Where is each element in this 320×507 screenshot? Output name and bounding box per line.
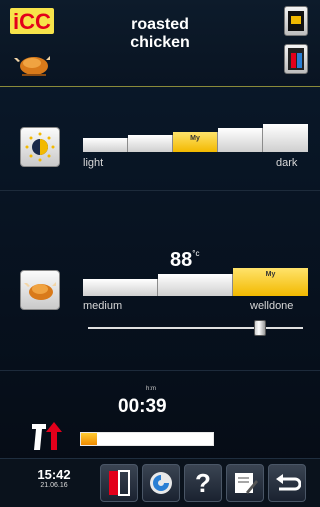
browning-segment-3-selected[interactable]: My xyxy=(173,132,218,152)
browning-label-light: light xyxy=(83,157,104,169)
doneness-segment-2[interactable] xyxy=(158,274,233,296)
browning-segment-4[interactable] xyxy=(218,128,263,152)
clock-time: 15:42 xyxy=(37,467,71,482)
progress-fill xyxy=(81,433,97,445)
slider-track xyxy=(88,327,303,329)
header: iCC roasted chicken xyxy=(0,0,320,87)
screen: iCC roasted chicken My light dark 88°c M… xyxy=(0,0,320,507)
clock-date: 21.06.16 xyxy=(40,482,68,489)
back-button[interactable] xyxy=(268,464,306,502)
cleaning-button[interactable] xyxy=(142,464,180,502)
core-probe-button[interactable] xyxy=(284,44,308,74)
notes-button[interactable] xyxy=(226,464,264,502)
doneness-slider[interactable] xyxy=(88,318,303,338)
divider xyxy=(0,190,320,191)
door-icon xyxy=(109,470,130,496)
rising-temperature-icon xyxy=(32,422,62,450)
door-button[interactable] xyxy=(100,464,138,502)
browning-button[interactable] xyxy=(20,127,60,167)
browning-segment-2[interactable] xyxy=(128,135,173,152)
clock: 15:42 21.06.16 xyxy=(28,467,80,489)
back-icon xyxy=(276,474,301,491)
divider xyxy=(0,370,320,371)
browning-segment-5[interactable] xyxy=(263,124,308,152)
doneness-scale[interactable]: My xyxy=(83,268,308,296)
doneness-segment-3-selected[interactable]: My xyxy=(233,268,308,296)
oven-door-button[interactable] xyxy=(284,6,308,36)
chicken-icon xyxy=(14,56,50,76)
bottom-bar: 15:42 21.06.16 ? xyxy=(0,458,320,507)
doneness-my-label: My xyxy=(265,271,276,278)
help-button[interactable]: ? xyxy=(184,464,222,502)
cooking-time: 00:39 xyxy=(118,396,167,417)
title-line-2: chicken xyxy=(130,34,190,51)
title-line-1: roasted xyxy=(131,16,189,33)
core-probe-icon xyxy=(288,48,304,70)
svg-text:iCC: iCC xyxy=(13,9,51,34)
doneness-button[interactable] xyxy=(20,270,60,310)
page-title: roasted chicken xyxy=(100,16,220,52)
cooking-progress-bar xyxy=(80,432,214,446)
oven-door-icon xyxy=(288,11,304,31)
browning-segment-1[interactable] xyxy=(83,138,128,152)
icc-logo: iCC xyxy=(10,8,54,34)
time-unit: h:m xyxy=(146,386,157,392)
help-icon: ? xyxy=(195,467,211,498)
browning-my-label: My xyxy=(190,135,200,142)
doneness-label-medium: medium xyxy=(83,300,123,312)
temperature-unit: °c xyxy=(192,249,200,258)
notes-icon xyxy=(235,473,258,494)
doneness-segment-1[interactable] xyxy=(83,279,158,296)
doneness-label-welldone: welldone xyxy=(250,300,294,312)
browning-scale[interactable]: My xyxy=(83,124,308,152)
browning-sun-icon xyxy=(25,132,55,162)
slider-thumb[interactable] xyxy=(254,320,267,336)
browning-label-dark: dark xyxy=(276,157,298,169)
roast-chicken-icon xyxy=(24,282,56,300)
cleaning-icon xyxy=(150,472,172,494)
